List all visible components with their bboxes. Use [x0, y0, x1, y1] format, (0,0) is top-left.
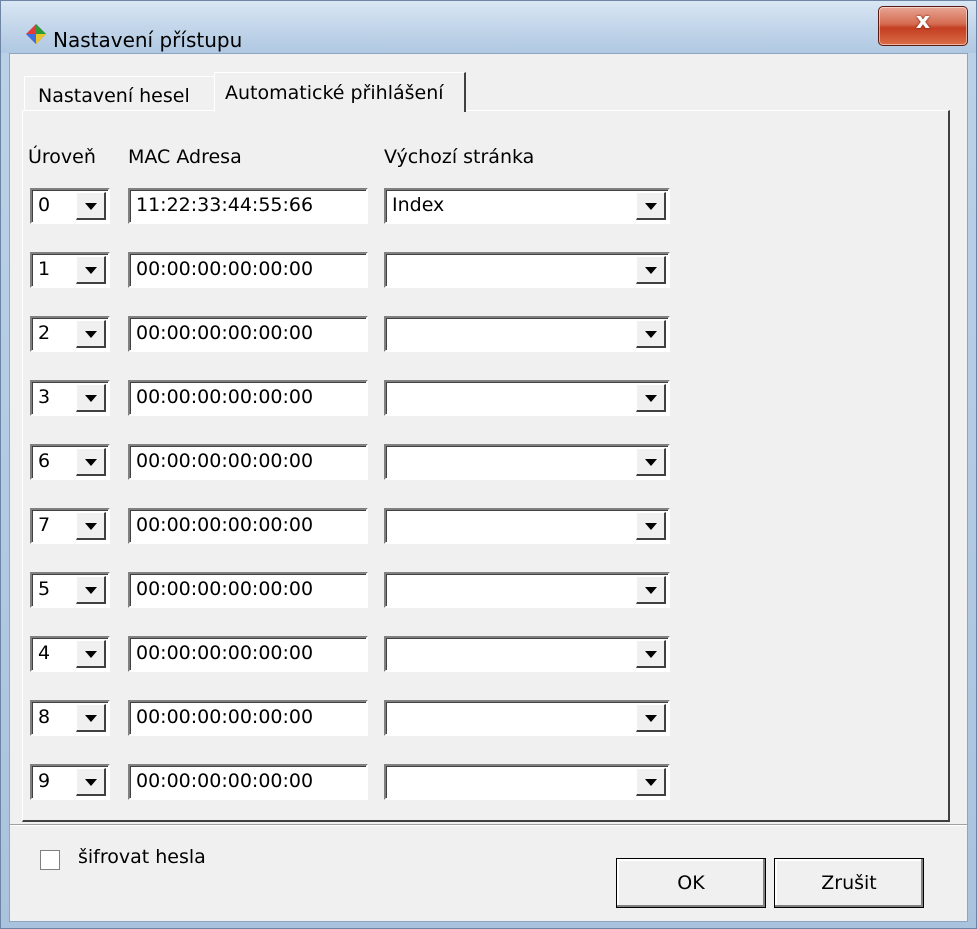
level-select[interactable]: 7	[30, 508, 110, 544]
chevron-down-icon[interactable]	[76, 640, 106, 668]
level-value: 2	[38, 322, 51, 344]
level-value: 9	[38, 770, 51, 792]
level-select[interactable]: 5	[30, 572, 110, 608]
separator	[10, 824, 967, 826]
mac-address-input[interactable]: 00:00:00:00:00:00	[128, 572, 368, 608]
tab-password-settings[interactable]: Nastavení hesel	[24, 76, 224, 110]
column-header-level: Úroveň	[28, 146, 96, 168]
level-select[interactable]: 1	[30, 252, 110, 288]
mac-address-input[interactable]: 00:00:00:00:00:00	[128, 508, 368, 544]
chevron-down-icon[interactable]	[636, 576, 666, 604]
default-page-select[interactable]	[384, 380, 670, 416]
chevron-down-icon[interactable]	[76, 768, 106, 796]
default-page-select[interactable]	[384, 636, 670, 672]
mac-address-value: 00:00:00:00:00:00	[136, 258, 314, 280]
level-value: 5	[38, 578, 51, 600]
default-page-select[interactable]	[384, 700, 670, 736]
default-page-value: Index	[392, 194, 445, 216]
title-bar[interactable]: Nastavení přístupu x	[1, 1, 976, 53]
chevron-down-icon[interactable]	[636, 384, 666, 412]
level-value: 1	[38, 258, 51, 280]
level-select[interactable]: 3	[30, 380, 110, 416]
default-page-select[interactable]	[384, 444, 670, 480]
mac-address-value: 00:00:00:00:00:00	[136, 386, 314, 408]
column-header-page: Výchozí stránka	[384, 146, 535, 168]
column-header-mac: MAC Adresa	[128, 146, 242, 168]
chevron-down-icon[interactable]	[76, 320, 106, 348]
chevron-down-icon[interactable]	[76, 256, 106, 284]
ok-button[interactable]: OK	[616, 858, 766, 908]
level-value: 6	[38, 450, 51, 472]
default-page-select[interactable]	[384, 316, 670, 352]
level-select[interactable]: 9	[30, 764, 110, 800]
mac-address-input[interactable]: 00:00:00:00:00:00	[128, 444, 368, 480]
level-select[interactable]: 6	[30, 444, 110, 480]
mac-address-input[interactable]: 00:00:00:00:00:00	[128, 380, 368, 416]
chevron-down-icon[interactable]	[76, 704, 106, 732]
dialog-window: Nastavení přístupu x Nastavení hesel Aut…	[0, 0, 977, 929]
chevron-down-icon[interactable]	[636, 192, 666, 220]
level-value: 4	[38, 642, 51, 664]
chevron-down-icon[interactable]	[76, 576, 106, 604]
default-page-select[interactable]	[384, 572, 670, 608]
mac-address-value: 11:22:33:44:55:66	[136, 194, 314, 216]
mac-address-input[interactable]: 11:22:33:44:55:66	[128, 188, 368, 224]
chevron-down-icon[interactable]	[636, 768, 666, 796]
mac-address-input[interactable]: 00:00:00:00:00:00	[128, 700, 368, 736]
mac-address-input[interactable]: 00:00:00:00:00:00	[128, 252, 368, 288]
chevron-down-icon[interactable]	[76, 448, 106, 476]
chevron-down-icon[interactable]	[636, 704, 666, 732]
mac-address-input[interactable]: 00:00:00:00:00:00	[128, 764, 368, 800]
mac-address-value: 00:00:00:00:00:00	[136, 322, 314, 344]
default-page-select[interactable]	[384, 764, 670, 800]
level-value: 8	[38, 706, 51, 728]
chevron-down-icon[interactable]	[636, 448, 666, 476]
default-page-select[interactable]: Index	[384, 188, 670, 224]
app-icon	[26, 24, 46, 44]
chevron-down-icon[interactable]	[76, 384, 106, 412]
mac-address-value: 00:00:00:00:00:00	[136, 578, 314, 600]
level-value: 0	[38, 194, 51, 216]
mac-address-value: 00:00:00:00:00:00	[136, 450, 314, 472]
mac-address-value: 00:00:00:00:00:00	[136, 770, 314, 792]
level-select[interactable]: 4	[30, 636, 110, 672]
mac-address-value: 00:00:00:00:00:00	[136, 642, 314, 664]
default-page-select[interactable]	[384, 508, 670, 544]
encrypt-passwords-label: šifrovat hesla	[78, 846, 206, 868]
level-select[interactable]: 8	[30, 700, 110, 736]
level-value: 3	[38, 386, 51, 408]
mac-address-input[interactable]: 00:00:00:00:00:00	[128, 636, 368, 672]
close-icon: x	[915, 9, 931, 34]
level-value: 7	[38, 514, 51, 536]
chevron-down-icon[interactable]	[636, 256, 666, 284]
chevron-down-icon[interactable]	[636, 512, 666, 540]
level-select[interactable]: 2	[30, 316, 110, 352]
mac-address-value: 00:00:00:00:00:00	[136, 706, 314, 728]
encrypt-passwords-checkbox[interactable]	[40, 850, 60, 870]
level-select[interactable]: 0	[30, 188, 110, 224]
mac-address-input[interactable]: 00:00:00:00:00:00	[128, 316, 368, 352]
chevron-down-icon[interactable]	[76, 192, 106, 220]
dialog-client: Nastavení hesel Automatické přihlášení Ú…	[9, 53, 968, 922]
mac-address-value: 00:00:00:00:00:00	[136, 514, 314, 536]
chevron-down-icon[interactable]	[636, 640, 666, 668]
window-title: Nastavení přístupu	[53, 28, 243, 52]
default-page-select[interactable]	[384, 252, 670, 288]
close-button[interactable]: x	[878, 6, 968, 46]
cancel-button[interactable]: Zrušit	[774, 858, 924, 908]
chevron-down-icon[interactable]	[76, 512, 106, 540]
tab-auto-login[interactable]: Automatické přihlášení	[214, 72, 466, 112]
chevron-down-icon[interactable]	[636, 320, 666, 348]
